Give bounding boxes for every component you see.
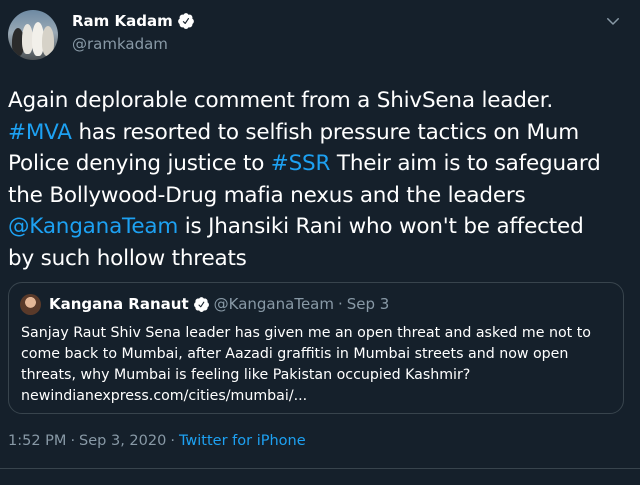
separator-dot: · [70,433,76,449]
divider [0,468,640,469]
hashtag-link[interactable]: #SSR [271,151,331,176]
quoted-text: Sanjay Raut Shiv Sena leader has given m… [21,323,616,407]
tweet-date[interactable]: Sep 3, 2020 [79,433,166,449]
tweet-text-segment: by such hollow threats [8,245,247,271]
quoted-line: come back to Mumbai, after Aazadi graffi… [21,346,569,362]
author-name[interactable]: Ram Kadam [72,12,173,30]
tweet-text-line: @KanganaTeam is Jhansiki Rani who won't … [8,211,633,243]
tweet-time[interactable]: 1:52 PM [8,433,66,449]
separator-dot: · [337,295,343,313]
quoted-header: Kangana Ranaut @KanganaTeam · Sep 3 [49,295,389,313]
quoted-link[interactable]: newindianexpress.com/cities/mumbai/... [21,386,616,407]
quoted-avatar [20,294,41,315]
tweet-card: Ram Kadam @ramkadam Again deplorable com… [0,0,640,485]
tweet-text-line: #MVA has resorted to selfish pressure ta… [8,117,633,149]
avatar[interactable] [8,10,58,60]
tweet-text-segment: Police denying justice to [8,151,271,176]
separator-dot: · [170,433,175,449]
verified-badge-icon [193,296,209,312]
quoted-handle: @KanganaTeam [213,295,334,313]
tweet-source-link[interactable]: Twitter for iPhone [179,433,306,449]
hashtag-link[interactable]: #MVA [8,120,72,145]
mention-link[interactable]: @KanganaTeam [8,214,178,239]
author-handle[interactable]: @ramkadam [72,35,168,53]
tweet-text-line: by such hollow threats [8,243,633,275]
verified-badge-icon [177,13,194,29]
tweet-text: Again deplorable comment from a ShivSena… [8,85,633,274]
tweet-text-line: the Bollywood-Drug mafia nexus and the l… [8,180,633,212]
tweet-text-segment: the Bollywood-Drug mafia nexus and the l… [8,182,526,208]
tweet-text-segment: Again deplorable comment from a ShivSena… [8,88,554,113]
quoted-line: threats, why Mumbai is feeling like Paki… [21,367,471,383]
quoted-date: Sep 3 [346,295,390,313]
tweet-text-segment: Their aim is to safeguard [330,151,601,176]
tweet-meta: 1:52 PM · Sep 3, 2020 · Twitter for iPhone [8,433,306,449]
quoted-line: Sanjay Raut Shiv Sena leader has given m… [21,325,591,341]
chevron-down-icon[interactable] [604,12,622,30]
tweet-text-segment: is Jhansiki Rani who won't be affected [178,214,584,239]
author-name-row: Ram Kadam [72,12,195,30]
tweet-text-line: Police denying justice to #SSR Their aim… [8,148,633,180]
quoted-tweet[interactable]: Kangana Ranaut @KanganaTeam · Sep 3 Sanj… [8,282,624,414]
quoted-author-name: Kangana Ranaut [49,295,189,313]
tweet-text-segment: has resorted to selfish pressure tactics… [71,119,579,145]
tweet-text-line: Again deplorable comment from a ShivSena… [8,85,633,117]
